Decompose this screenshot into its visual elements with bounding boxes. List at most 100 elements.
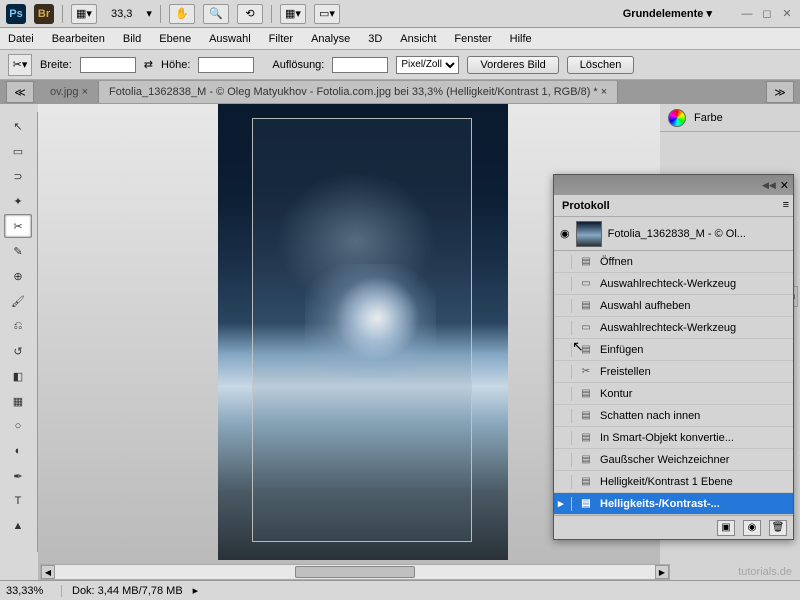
- history-panel[interactable]: ◀◀ ✕ Protokoll ≡ ◉ Fotolia_1362838_M - ©…: [553, 174, 794, 540]
- history-item[interactable]: ▤Kontur: [554, 383, 793, 405]
- clone-stamp-tool[interactable]: ⎌: [4, 314, 32, 338]
- tab-nav-right[interactable]: ≫: [766, 81, 794, 103]
- title-bar: Ps Br ▦▾ 33,3▾ ✋ 🔍 ⟲ ▦▾ ▭▾ Grundelemente…: [0, 0, 800, 28]
- screen-mode-button[interactable]: ▭▾: [314, 4, 340, 24]
- history-item[interactable]: ▤Öffnen: [554, 251, 793, 273]
- crop-selection[interactable]: [252, 118, 472, 542]
- unit-select[interactable]: Pixel/Zoll: [396, 56, 459, 74]
- status-zoom[interactable]: 33,33%: [6, 585, 62, 597]
- hand-tool-icon[interactable]: ✋: [169, 4, 195, 24]
- history-item[interactable]: ▤Gaußscher Weichzeichner: [554, 449, 793, 471]
- arrange-docs-button[interactable]: ▦▾: [280, 4, 306, 24]
- document-tab-2[interactable]: Fotolia_1362838_M - © Oleg Matyukhov - F…: [99, 81, 618, 103]
- status-bar: 33,33% Dok: 3,44 MB/7,78 MB ▸: [0, 580, 800, 600]
- magic-wand-tool[interactable]: ✦: [4, 189, 32, 213]
- healing-brush-tool[interactable]: ⊕: [4, 264, 32, 288]
- menu-datei[interactable]: Datei: [8, 33, 34, 45]
- zoom-tool-icon[interactable]: 🔍: [203, 4, 229, 24]
- marquee-tool[interactable]: ▭: [4, 139, 32, 163]
- height-label: Höhe:: [161, 59, 190, 71]
- gradient-tool[interactable]: ▦: [4, 389, 32, 413]
- photoshop-icon[interactable]: Ps: [6, 4, 26, 24]
- document-tab-bar: ≪ ov.jpg × Fotolia_1362838_M - © Oleg Ma…: [0, 80, 800, 104]
- crop-preset-icon[interactable]: ✂▾: [8, 54, 32, 76]
- panel-close-icon[interactable]: ✕: [780, 179, 789, 192]
- doc-icon: ▤: [578, 409, 594, 423]
- document-tab-1[interactable]: ov.jpg ×: [40, 81, 99, 103]
- new-doc-from-state-icon[interactable]: ▣: [717, 520, 735, 536]
- minimize-icon[interactable]: —: [740, 7, 754, 21]
- height-input[interactable]: [198, 57, 254, 73]
- view-mode-button[interactable]: ▦▾: [71, 4, 97, 24]
- menu-ansicht[interactable]: Ansicht: [400, 33, 436, 45]
- workspace-selector[interactable]: Grundelemente ▾: [613, 3, 722, 24]
- color-panel[interactable]: Farbe: [660, 104, 800, 132]
- scroll-right-icon[interactable]: ▶: [655, 565, 669, 579]
- resolution-input[interactable]: [332, 57, 388, 73]
- history-item[interactable]: ✂Freistellen: [554, 361, 793, 383]
- bridge-icon[interactable]: Br: [34, 4, 54, 24]
- lasso-tool[interactable]: ⊃: [4, 164, 32, 188]
- brush-tool[interactable]: 🖌: [4, 289, 32, 313]
- history-snapshot-row[interactable]: ◉ Fotolia_1362838_M - © Ol...: [554, 217, 793, 251]
- scroll-thumb[interactable]: [295, 566, 415, 578]
- history-tab[interactable]: Protokoll ≡: [554, 195, 793, 217]
- delete-state-icon[interactable]: 🗑: [769, 520, 787, 536]
- rotate-view-icon[interactable]: ⟲: [237, 4, 263, 24]
- marquee-icon: ▭: [578, 277, 594, 291]
- crop-tool[interactable]: ✂: [4, 214, 32, 238]
- snapshot-name: Fotolia_1362838_M - © Ol...: [608, 228, 746, 240]
- doc-icon: ▤: [578, 255, 594, 269]
- new-snapshot-icon[interactable]: ◉: [743, 520, 761, 536]
- history-item[interactable]: ▤Einfügen: [554, 339, 793, 361]
- panel-menu-icon[interactable]: ≡: [783, 199, 789, 211]
- tab-nav-left[interactable]: ≪: [6, 81, 34, 103]
- menu-fenster[interactable]: Fenster: [454, 33, 491, 45]
- eraser-tool[interactable]: ◧: [4, 364, 32, 388]
- history-item[interactable]: ▭Auswahlrechteck-Werkzeug: [554, 317, 793, 339]
- pen-tool[interactable]: ✒: [4, 464, 32, 488]
- menu-filter[interactable]: Filter: [269, 33, 293, 45]
- front-image-button[interactable]: Vorderes Bild: [467, 56, 558, 74]
- menu-analyse[interactable]: Analyse: [311, 33, 350, 45]
- history-footer: ▣ ◉ 🗑: [554, 515, 793, 539]
- horizontal-scrollbar[interactable]: ◀ ▶: [40, 564, 670, 580]
- dodge-tool[interactable]: ◐: [4, 439, 32, 463]
- history-panel-titlebar[interactable]: ◀◀ ✕: [554, 175, 793, 195]
- maximize-icon[interactable]: ◻: [760, 7, 774, 21]
- eyedropper-tool[interactable]: ✎: [4, 239, 32, 263]
- menu-hilfe[interactable]: Hilfe: [510, 33, 532, 45]
- type-tool[interactable]: T: [4, 489, 32, 513]
- status-doc-size[interactable]: Dok: 3,44 MB/7,78 MB: [72, 585, 183, 597]
- snapshot-thumbnail: [576, 221, 602, 247]
- crop-icon: ✂: [578, 365, 594, 379]
- swap-icon[interactable]: ⇄: [144, 58, 153, 71]
- history-item[interactable]: ▤Helligkeit/Kontrast 1 Ebene: [554, 471, 793, 493]
- history-item[interactable]: ▤Schatten nach innen: [554, 405, 793, 427]
- blur-tool[interactable]: ○: [4, 414, 32, 438]
- scroll-left-icon[interactable]: ◀: [41, 565, 55, 579]
- close-icon[interactable]: ✕: [780, 7, 794, 21]
- menu-auswahl[interactable]: Auswahl: [209, 33, 251, 45]
- menu-3d[interactable]: 3D: [368, 33, 382, 45]
- menu-ebene[interactable]: Ebene: [159, 33, 191, 45]
- width-label: Breite:: [40, 59, 72, 71]
- snapshot-brush-icon: ◉: [560, 227, 570, 240]
- menu-bearbeiten[interactable]: Bearbeiten: [52, 33, 105, 45]
- move-tool[interactable]: ↖: [4, 114, 32, 138]
- width-input[interactable]: [80, 57, 136, 73]
- history-brush-tool[interactable]: ↺: [4, 339, 32, 363]
- collapse-arrows-icon[interactable]: ◀◀: [762, 180, 776, 191]
- history-item[interactable]: ▤In Smart-Objekt konvertie...: [554, 427, 793, 449]
- history-item[interactable]: ▭Auswahlrechteck-Werkzeug: [554, 273, 793, 295]
- history-list[interactable]: ▤Öffnen ▭Auswahlrechteck-Werkzeug ▤Auswa…: [554, 251, 793, 515]
- clear-button[interactable]: Löschen: [567, 56, 635, 74]
- history-item[interactable]: ▤Auswahl aufheben: [554, 295, 793, 317]
- status-dropdown-icon[interactable]: ▸: [193, 584, 199, 597]
- zoom-display[interactable]: 33,3: [105, 6, 138, 22]
- menu-bild[interactable]: Bild: [123, 33, 141, 45]
- path-select-tool[interactable]: ▲: [4, 514, 32, 538]
- history-tab-label: Protokoll: [562, 200, 610, 212]
- marquee-icon: ▭: [578, 321, 594, 335]
- history-item-selected[interactable]: ▸▤Helligkeits-/Kontrast-...: [554, 493, 793, 515]
